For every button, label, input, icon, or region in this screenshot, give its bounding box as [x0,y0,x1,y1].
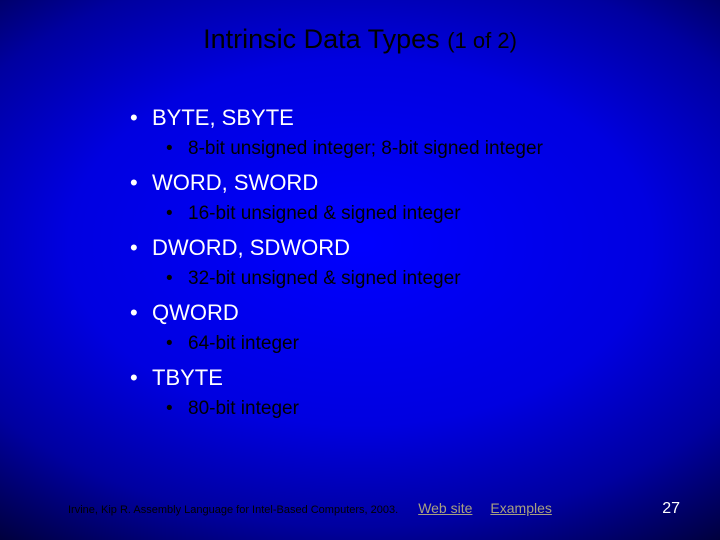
list-item: •BYTE, SBYTE •8-bit unsigned integer; 8-… [130,105,660,160]
item-head-text: WORD, SWORD [152,170,318,195]
item-sub: •8-bit unsigned integer; 8-bit signed in… [166,138,660,160]
slide: Intrinsic Data Types (1 of 2) •BYTE, SBY… [0,0,720,540]
list-item: •QWORD •64-bit integer [130,300,660,355]
item-head-text: QWORD [152,300,239,325]
item-sub-text: 16-bit unsigned & signed integer [188,203,461,224]
list-item: •WORD, SWORD •16-bit unsigned & signed i… [130,170,660,225]
item-sub: •32-bit unsigned & signed integer [166,268,660,290]
bullet-icon: • [166,203,188,225]
content-list: •BYTE, SBYTE •8-bit unsigned integer; 8-… [130,105,660,430]
item-sub: •64-bit integer [166,333,660,355]
item-sub-text: 32-bit unsigned & signed integer [188,268,461,289]
item-head: •TBYTE [130,365,660,391]
title-pager: (1 of 2) [447,28,517,53]
item-head-text: BYTE, SBYTE [152,105,294,130]
bullet-icon: • [166,138,188,160]
item-head: •QWORD [130,300,660,326]
bullet-icon: • [166,268,188,290]
item-head: •DWORD, SDWORD [130,235,660,261]
bullet-icon: • [166,333,188,355]
link-examples[interactable]: Examples [490,500,551,516]
item-head-text: TBYTE [152,365,223,390]
item-sub: •80-bit integer [166,398,660,420]
item-head: •BYTE, SBYTE [130,105,660,131]
item-sub-text: 64-bit integer [188,333,299,354]
bullet-icon: • [130,300,152,326]
footer: Irvine, Kip R. Assembly Language for Int… [68,500,680,518]
bullet-icon: • [130,105,152,131]
page-number: 27 [662,500,680,518]
list-item: •TBYTE •80-bit integer [130,365,660,420]
list-item: •DWORD, SDWORD •32-bit unsigned & signed… [130,235,660,290]
bullet-icon: • [130,170,152,196]
title-main: Intrinsic Data Types [203,24,440,54]
bullet-icon: • [130,235,152,261]
bullet-icon: • [130,365,152,391]
slide-title: Intrinsic Data Types (1 of 2) [0,24,720,55]
link-website[interactable]: Web site [418,500,472,516]
item-sub-text: 8-bit unsigned integer; 8-bit signed int… [188,138,543,159]
footer-citation: Irvine, Kip R. Assembly Language for Int… [68,504,398,516]
item-sub: •16-bit unsigned & signed integer [166,203,660,225]
bullet-icon: • [166,398,188,420]
footer-links: Web site Examples [418,500,552,516]
item-head-text: DWORD, SDWORD [152,235,350,260]
item-sub-text: 80-bit integer [188,398,299,419]
item-head: •WORD, SWORD [130,170,660,196]
